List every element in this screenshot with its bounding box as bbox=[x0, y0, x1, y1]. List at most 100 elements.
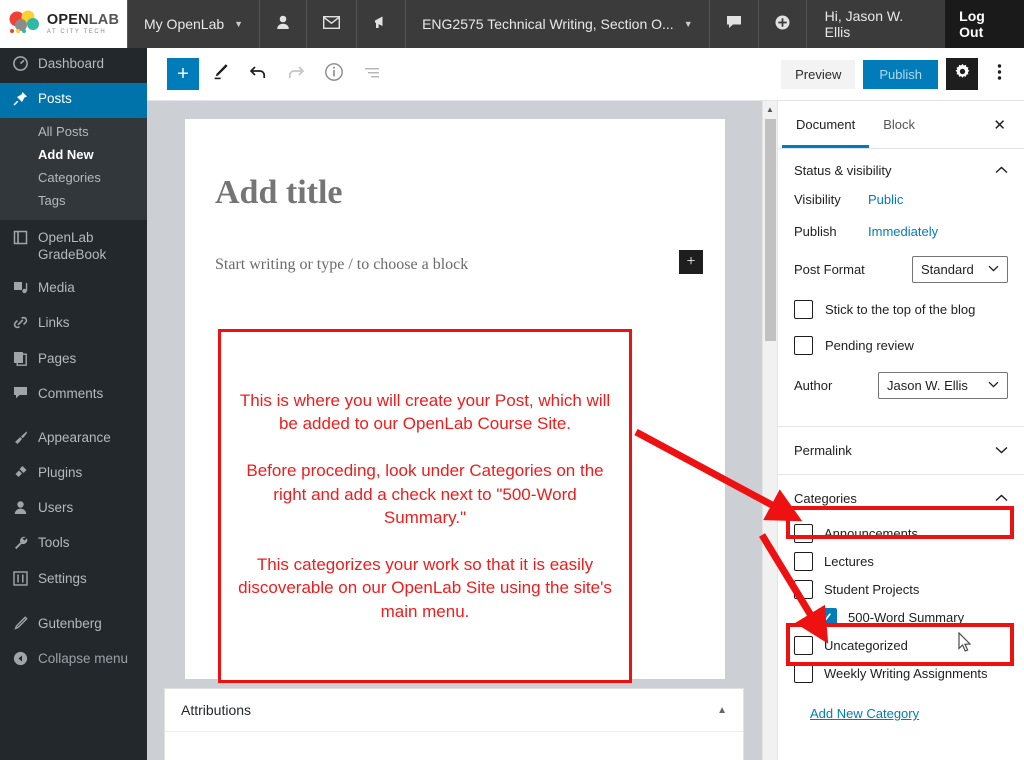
plus-circle-icon bbox=[775, 15, 790, 34]
sidebar-item-posts[interactable]: Posts bbox=[0, 83, 147, 119]
preview-button[interactable]: Preview bbox=[781, 59, 856, 89]
user-greeting[interactable]: Hi, Jason W. Ellis bbox=[805, 0, 946, 48]
tab-block-label: Block bbox=[883, 117, 916, 132]
more-options-button[interactable] bbox=[986, 58, 1012, 90]
sidebar-item-tags[interactable]: Tags bbox=[0, 189, 147, 212]
category-label: Student Projects bbox=[824, 582, 920, 597]
wp-admin-bar: OPENLAB AT CITY TECH My OpenLab ▼ ENG257… bbox=[0, 0, 1024, 48]
chevron-down-icon[interactable] bbox=[995, 445, 1008, 457]
mouse-cursor-icon bbox=[958, 631, 973, 658]
category-label: Weekly Writing Assignments bbox=[824, 666, 988, 681]
openlab-logo[interactable]: OPENLAB AT CITY TECH bbox=[0, 0, 127, 48]
add-block-button[interactable]: + bbox=[167, 58, 199, 90]
categories-highlight-box bbox=[786, 506, 1014, 539]
info-icon bbox=[324, 62, 344, 87]
category-checkbox[interactable] bbox=[794, 580, 813, 599]
close-sidebar-button[interactable]: ✕ bbox=[979, 116, 1020, 134]
comments-shortcut[interactable] bbox=[710, 0, 759, 48]
sidebar-item-media[interactable]: Media bbox=[0, 272, 147, 307]
sidebar-item-plugins[interactable]: Plugins bbox=[0, 457, 147, 492]
post-format-select[interactable]: Standard bbox=[912, 256, 1008, 283]
settings-toggle-button[interactable] bbox=[946, 58, 978, 90]
sidebar-item-all-posts[interactable]: All Posts bbox=[0, 120, 147, 143]
author-select[interactable]: Jason W. Ellis bbox=[878, 372, 1008, 399]
category-weekly-writing-assignments[interactable]: Weekly Writing Assignments bbox=[794, 664, 1008, 683]
visibility-value-button[interactable]: Public bbox=[868, 192, 903, 207]
sidebar-item-label: Media bbox=[38, 280, 75, 296]
sidebar-item-label: Links bbox=[38, 315, 70, 331]
sidebar-item-label: Collapse menu bbox=[38, 651, 129, 666]
site-switcher[interactable]: ENG2575 Technical Writing, Section O... … bbox=[406, 0, 710, 48]
sticky-post-checkbox-row[interactable]: Stick to the top of the blog bbox=[794, 300, 1008, 319]
category-student-projects[interactable]: Student Projects bbox=[794, 580, 1008, 599]
site-name-label: ENG2575 Technical Writing, Section O... bbox=[422, 16, 674, 32]
attributions-header[interactable]: Attributions ▲ bbox=[165, 689, 743, 732]
sidebar-item-openlab-gradebook[interactable]: OpenLab GradeBook bbox=[0, 220, 147, 272]
submenu-label: Tags bbox=[38, 193, 66, 209]
envelope-icon bbox=[323, 15, 341, 33]
sidebar-item-add-new[interactable]: Add New bbox=[0, 143, 147, 166]
sidebar-item-collapse-menu[interactable]: Collapse menu bbox=[0, 643, 147, 678]
scroll-up-arrow-icon[interactable]: ▲ bbox=[763, 101, 777, 117]
redo-button[interactable] bbox=[279, 57, 313, 91]
sidebar-item-users[interactable]: Users bbox=[0, 492, 147, 527]
block-navigation-button[interactable] bbox=[355, 57, 389, 91]
sidebar-item-settings[interactable]: Settings bbox=[0, 563, 147, 598]
publish-button[interactable]: Publish bbox=[863, 59, 938, 89]
sidebar-item-links[interactable]: Links bbox=[0, 307, 147, 342]
canvas-scrollbar[interactable]: ▲ bbox=[762, 101, 777, 760]
scrollbar-thumb[interactable] bbox=[765, 119, 776, 341]
gear-icon bbox=[954, 63, 971, 85]
messages-menu[interactable] bbox=[307, 0, 358, 48]
pending-review-checkbox[interactable] bbox=[794, 336, 813, 355]
chevron-down-icon: ▼ bbox=[234, 19, 244, 29]
kebab-menu-icon bbox=[997, 63, 1002, 86]
notifications-menu[interactable] bbox=[357, 0, 407, 48]
sidebar-item-comments[interactable]: Comments bbox=[0, 378, 147, 412]
category-lectures[interactable]: Lectures bbox=[794, 552, 1008, 571]
sidebar-item-categories[interactable]: Categories bbox=[0, 166, 147, 189]
sticky-post-checkbox[interactable] bbox=[794, 300, 813, 319]
logout-button[interactable]: Log Out bbox=[945, 0, 1024, 48]
publish-label: Publish bbox=[794, 224, 837, 239]
sidebar-item-pages[interactable]: Pages bbox=[0, 343, 147, 378]
content-info-button[interactable] bbox=[317, 57, 351, 91]
toolbar-right-group: Preview Publish bbox=[781, 58, 1024, 90]
sidebar-item-dashboard[interactable]: Dashboard bbox=[0, 48, 147, 83]
chevron-up-icon[interactable] bbox=[995, 493, 1008, 505]
wrench-icon bbox=[11, 535, 29, 554]
permalink-header[interactable]: Permalink bbox=[778, 429, 1024, 472]
post-format-row: Post Format Standard bbox=[794, 256, 1008, 283]
pending-review-checkbox-row[interactable]: Pending review bbox=[794, 336, 1008, 355]
new-content-menu[interactable] bbox=[759, 0, 806, 48]
permalink-title: Permalink bbox=[794, 443, 852, 458]
post-title-input[interactable]: Add title bbox=[185, 119, 725, 212]
add-new-category-link[interactable]: Add New Category bbox=[810, 706, 919, 721]
chevron-up-icon[interactable]: ▲ bbox=[717, 705, 727, 716]
sidebar-item-gutenberg[interactable]: Gutenberg bbox=[0, 608, 147, 643]
post-format-value: Standard bbox=[921, 262, 974, 277]
chevron-down-icon: ▼ bbox=[683, 19, 693, 29]
attributions-title: Attributions bbox=[181, 702, 252, 718]
undo-button[interactable] bbox=[241, 57, 275, 91]
profile-menu[interactable] bbox=[260, 0, 308, 48]
edit-mode-button[interactable] bbox=[203, 57, 237, 91]
sidebar-item-tools[interactable]: Tools bbox=[0, 527, 147, 562]
paragraph-block-placeholder[interactable]: Start writing or type / to choose a bloc… bbox=[215, 256, 468, 273]
person-icon bbox=[276, 15, 290, 34]
submenu-label: All Posts bbox=[38, 124, 89, 140]
categories-list: Announcements Lectures Student Projects … bbox=[778, 520, 1024, 721]
category-checkbox[interactable] bbox=[794, 552, 813, 571]
tab-document[interactable]: Document bbox=[782, 101, 869, 148]
chevron-up-icon[interactable] bbox=[995, 165, 1008, 177]
inline-add-block-button[interactable]: + bbox=[679, 250, 703, 274]
my-openlab-menu[interactable]: My OpenLab ▼ bbox=[127, 0, 261, 48]
inline-add-label: + bbox=[686, 253, 696, 270]
post-format-label: Post Format bbox=[794, 262, 865, 277]
publish-value-button[interactable]: Immediately bbox=[868, 224, 938, 239]
sidebar-item-appearance[interactable]: Appearance bbox=[0, 422, 147, 457]
tab-block[interactable]: Block bbox=[869, 101, 929, 148]
status-visibility-body: Visibility Public Publish Immediately Po… bbox=[778, 192, 1024, 424]
category-checkbox[interactable] bbox=[794, 664, 813, 683]
status-visibility-header[interactable]: Status & visibility bbox=[778, 149, 1024, 192]
